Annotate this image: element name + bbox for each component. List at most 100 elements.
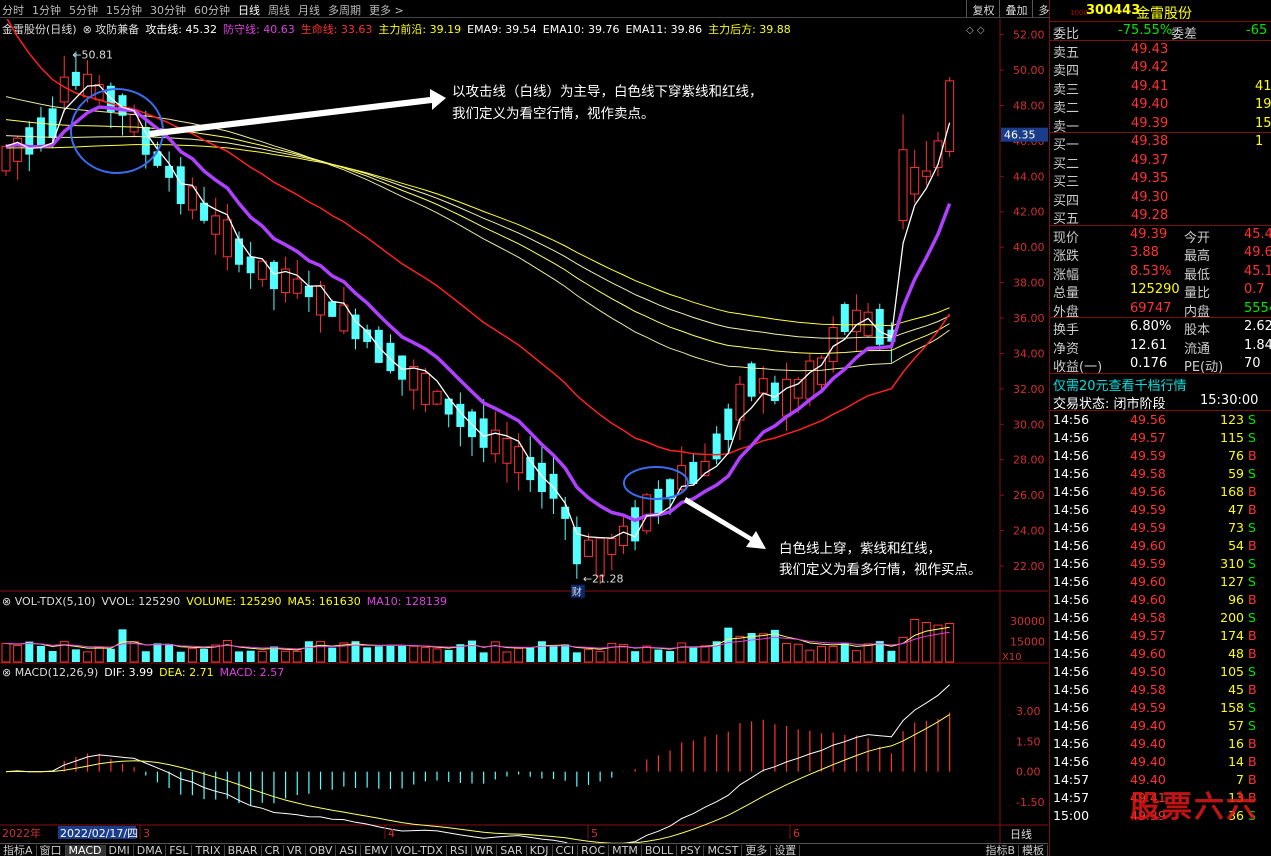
period-tab[interactable]: 30分钟 [150,2,186,18]
indicator-tab[interactable]: 指标A [0,845,37,856]
indicator-tab[interactable]: 窗口 [37,845,66,856]
quote-label2: 量比 [1184,286,1211,301]
candle-body [654,488,663,514]
indicator-tab[interactable]: EMV [361,845,393,856]
quote-label: 涨跌 [1053,249,1080,264]
sell-annotation-line2: 我们定义为看空行情，视作卖点。 [452,106,655,122]
volume-bar [526,647,535,662]
indicator-tab[interactable]: VOL-TDX [392,845,447,856]
indicator-tab[interactable]: FSL [166,845,193,856]
indicator-tab[interactable]: BOLL [642,845,678,856]
tick-row: 14:56 49.50 105 S [1050,663,1271,681]
tick-direction: S [1248,555,1256,571]
period-tab[interactable]: 周线 [268,2,290,18]
period-tab[interactable]: 1分钟 [32,2,61,18]
quote-row: 卖三 49.41 41 [1050,78,1271,98]
period-tab[interactable]: 15分钟 [106,2,142,18]
tick-time: 14:57 [1053,771,1090,787]
volume-axis-label: 15000 [1010,636,1045,649]
indicator-tab[interactable]: BRAR [225,845,262,856]
tick-volume: 96 [1228,591,1244,607]
macd-axis-label: 0.00 [1016,766,1041,779]
price-axis-label: 44.00 [1013,170,1045,183]
tick-time: 14:56 [1053,519,1090,535]
candle-body [222,219,232,258]
period-tab[interactable]: 5分钟 [69,2,98,18]
ask-price: 49.40 [1131,97,1169,112]
toolbar-button[interactable]: 叠加 [999,0,1032,18]
tick-price: 49.56 [1130,483,1166,499]
indicator-tab[interactable]: ASI [336,845,362,856]
volume-bar [677,642,687,663]
tick-time: 14:56 [1053,663,1090,679]
indicator-tab[interactable]: DMI [106,845,134,856]
bid-price: 49.38 [1131,134,1169,149]
time-axis-month: 5 [591,827,598,840]
indicator-tab[interactable]: TRIX [192,845,225,856]
indicator-tab[interactable]: MACD [65,845,106,856]
period-tab[interactable]: 60分钟 [194,2,230,18]
indicator-tab[interactable]: KDJ [527,845,553,856]
tick-price: 49.60 [1130,537,1166,553]
volume-bar [607,642,617,663]
tick-direction: S [1248,411,1256,427]
period-tab[interactable]: 日线 [238,2,260,18]
period-tab[interactable]: 更多 > [369,2,404,18]
defense-line [5,105,952,523]
volume-bar [25,641,34,662]
diamond-icon: ◇ ◇ [966,25,985,36]
indicator-tab-right[interactable]: 模板 [1019,845,1048,856]
candle-body [328,301,337,317]
volume-bar [490,641,500,663]
volume-bar [165,643,174,662]
indicator-tab-right[interactable]: 指标B [982,845,1019,856]
tick-volume: 59 [1228,465,1244,481]
toolbar-button[interactable]: 复权 [966,0,999,18]
indicator-tab[interactable]: PSY [677,845,705,856]
candle-body [595,537,605,577]
indicator-tab[interactable]: VR [284,845,307,856]
indicator-tab[interactable]: OBV [306,845,337,856]
indicator-tab[interactable]: MTM [609,845,642,856]
tick-volume: 16 [1228,735,1244,751]
ask-label: 卖一 [1053,119,1080,135]
candle-body [793,379,803,399]
volume-bar [747,633,756,662]
indicator-tab[interactable]: ROC [578,845,610,856]
quote-row: 卖二 49.40 19 [1050,96,1271,116]
candle-body [246,256,255,274]
tick-time: 14:56 [1053,483,1090,499]
volume-bar [805,649,815,663]
indicator-tab[interactable]: SAR [497,845,527,856]
time-axis-month: 3 [143,827,150,840]
indicator-tab[interactable]: RSI [447,845,472,856]
tick-row: 14:56 49.60 54 B [1050,537,1271,555]
indicator-tab[interactable]: MCST [704,845,743,856]
quote-value: 125290 [1130,282,1180,297]
candle-body [176,166,185,205]
volume-bar [222,640,232,663]
indicator-tab[interactable]: 设置 [771,845,801,856]
chart-area[interactable]: 52.0050.0048.0046.0044.0042.0040.0038.00… [0,16,1048,856]
weicha-value: -65 [1246,23,1268,38]
indicator-tab[interactable]: CCI [553,845,579,856]
tick-row: 14:56 49.40 14 B [1050,753,1271,771]
indicator-tab[interactable]: DMA [134,845,167,856]
volume-header: ⊗ VOL-TDX(5,10) VVOL: 125290 VOLUME: 12529… [2,595,447,608]
tick-volume: 57 [1228,717,1244,733]
kline-chart[interactable]: 52.0050.0048.0046.0044.0042.0040.0038.00… [0,16,1048,849]
period-tab[interactable]: 分时 [2,2,24,18]
buy-arrow [684,497,766,549]
volume-ma10 [5,631,950,650]
period-tab[interactable]: 多周期 [328,2,361,18]
period-tab[interactable]: 月线 [298,2,320,18]
indicator-tab[interactable]: 更多 [742,845,772,856]
tick-price: 49.56 [1130,411,1166,427]
price-axis-label: 36.00 [1013,312,1045,325]
volume-bar [48,650,57,662]
tick-volume: 127 [1220,573,1244,589]
indicator-tab[interactable]: WR [472,845,498,856]
bid-price: 49.35 [1131,171,1169,186]
tick-price: 49.57 [1130,429,1166,445]
indicator-tab[interactable]: CR [262,845,284,856]
